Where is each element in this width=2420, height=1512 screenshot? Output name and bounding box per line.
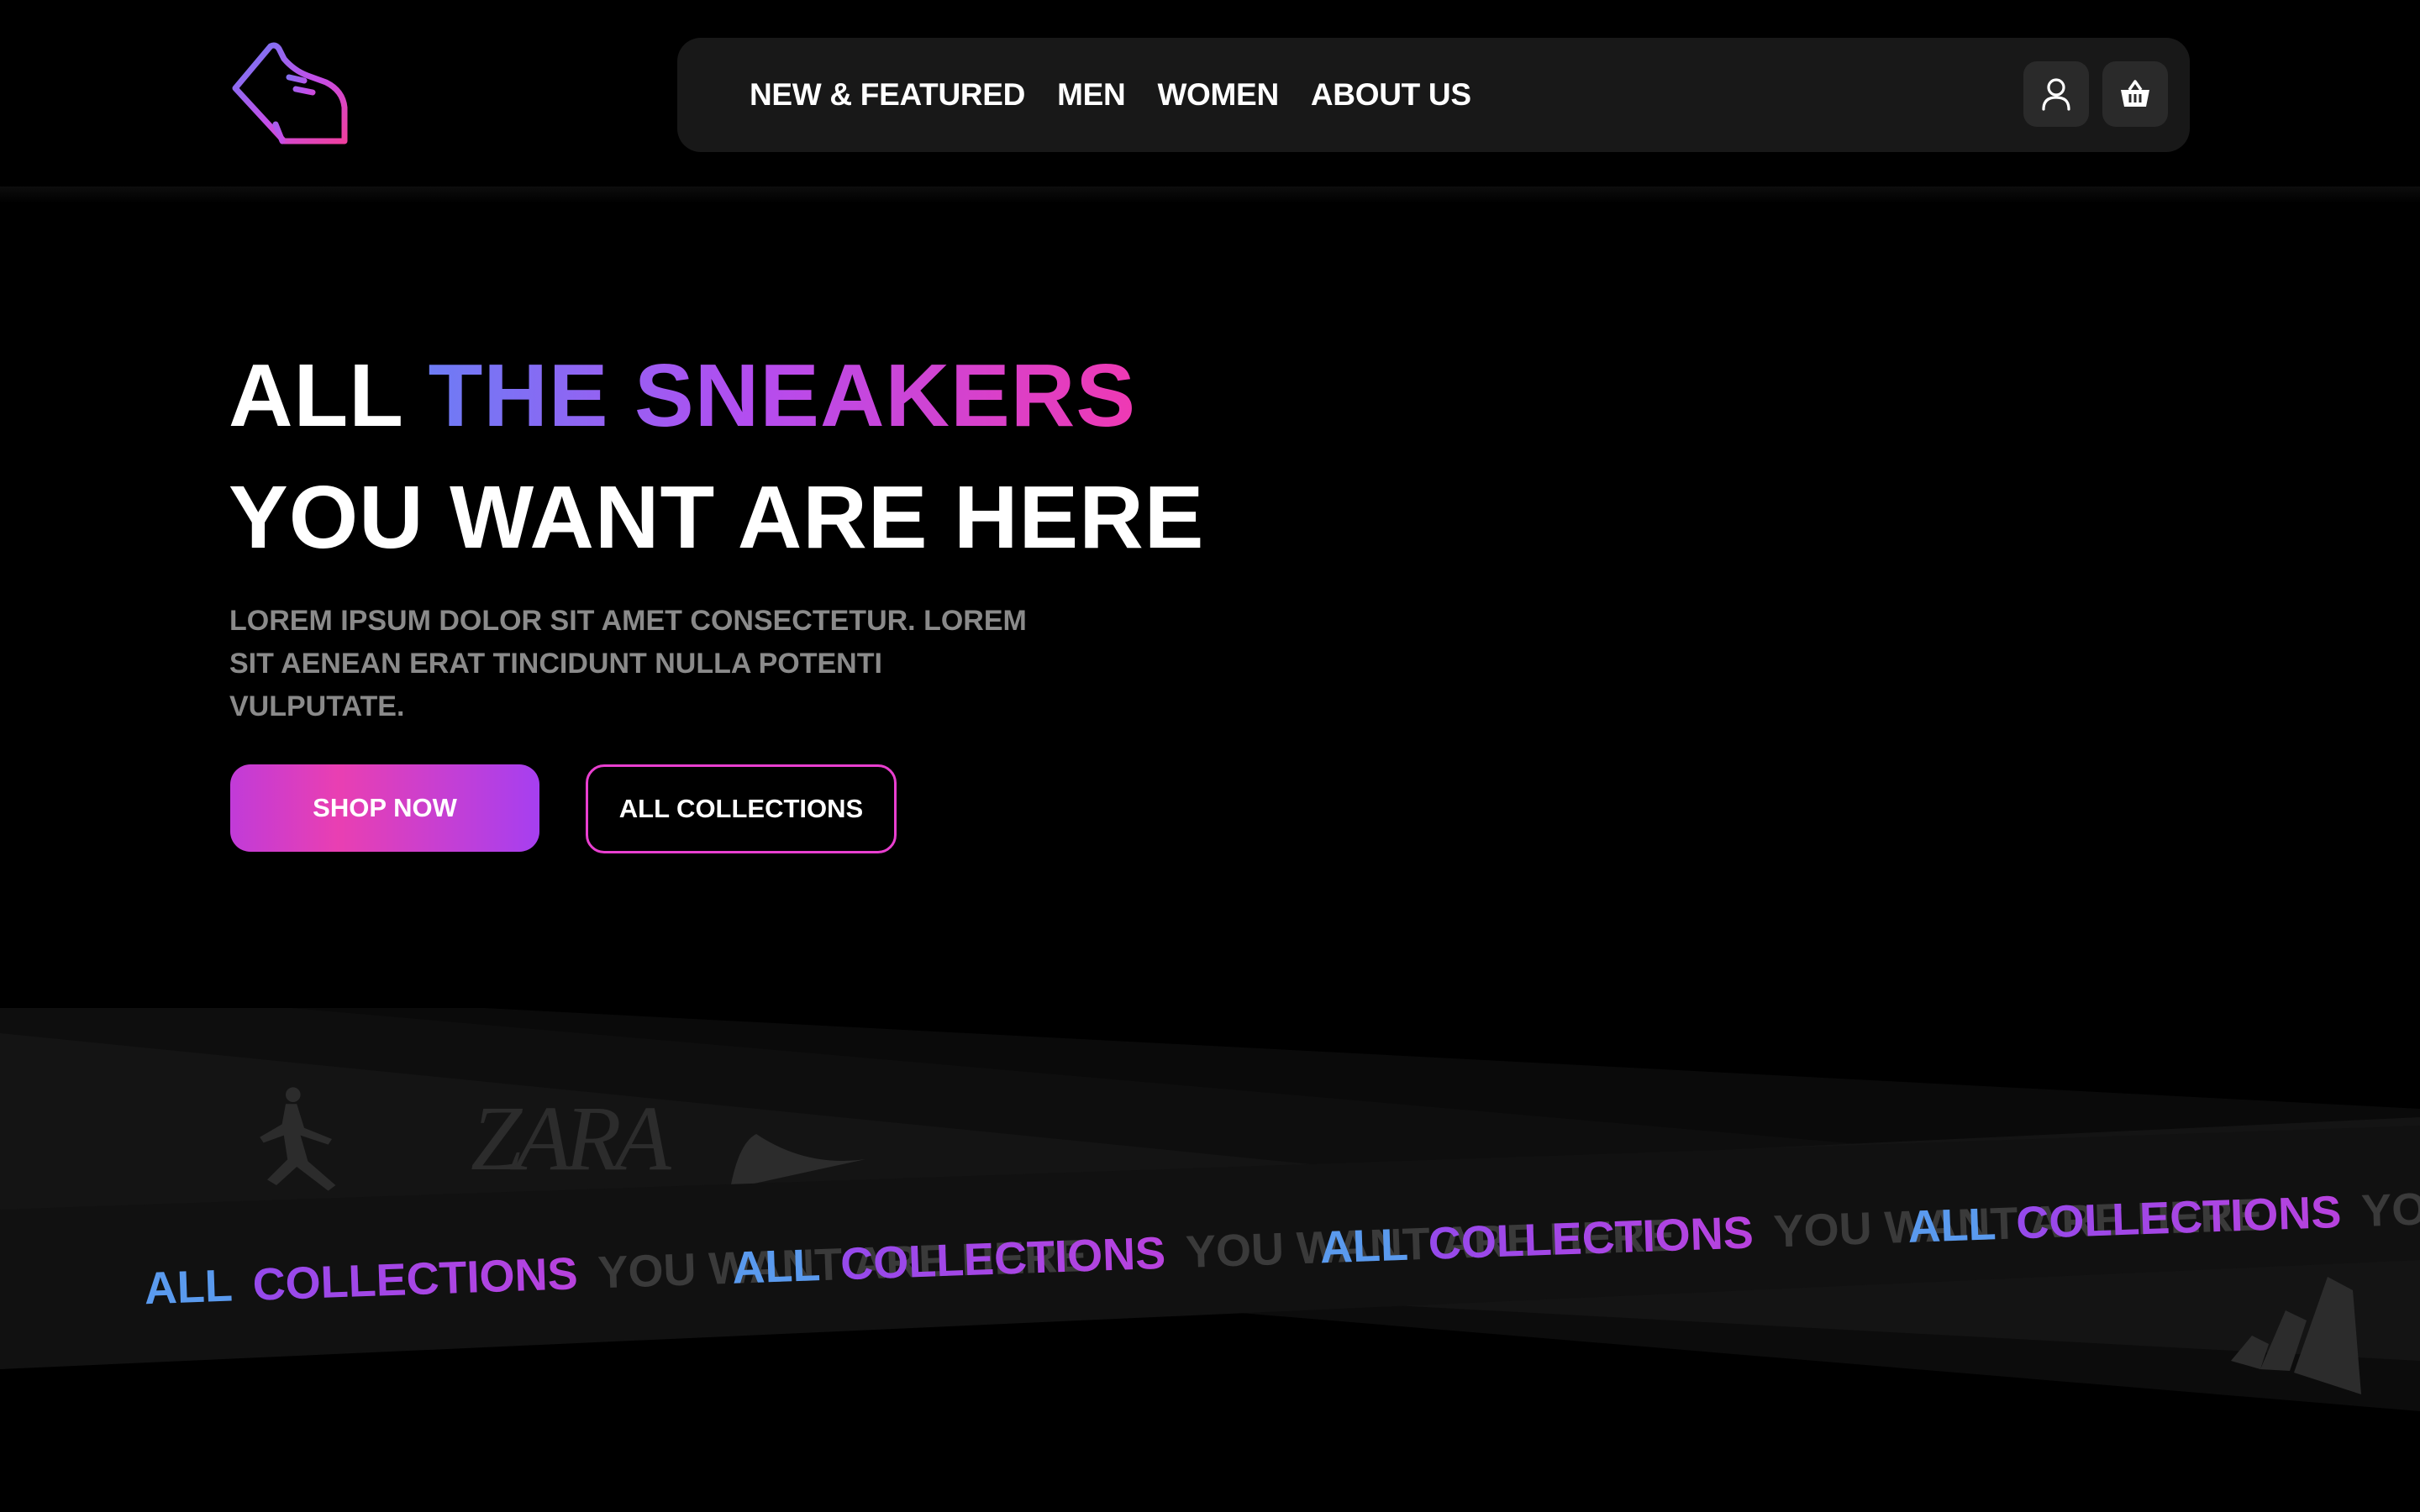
ribbon-all-1: ALL bbox=[144, 1261, 233, 1315]
hero-heading-gradient: THE SNEAKERS bbox=[428, 346, 1137, 445]
hero-description: LOREM IPSUM DOLOR SIT AMET CONSECTETUR. … bbox=[229, 605, 1027, 722]
nav-links: NEW & FEATURED MEN WOMEN ABOUT US bbox=[750, 38, 1471, 152]
shop-now-button[interactable]: SHOP NOW bbox=[230, 764, 539, 852]
account-button[interactable] bbox=[2023, 61, 2089, 127]
navbar: NEW & FEATURED MEN WOMEN ABOUT US bbox=[677, 38, 2190, 152]
user-icon bbox=[2042, 78, 2070, 111]
cart-button[interactable] bbox=[2102, 61, 2168, 127]
hero-heading-plain: ALL bbox=[229, 346, 429, 445]
ribbon-all-3: ALL bbox=[1319, 1220, 1408, 1273]
basket-icon bbox=[2121, 80, 2149, 107]
hero-heading-line1: ALL THE SNEAKERS bbox=[229, 351, 1136, 440]
ribbon-all-4: ALL bbox=[1907, 1199, 1996, 1252]
brand-ribbons: ZARA ALL COLLECTIONS YOU WANT ARE HERE A… bbox=[0, 1008, 2420, 1411]
all-collections-button[interactable]: ALL COLLECTIONS bbox=[586, 764, 897, 853]
nav-link-men[interactable]: MEN bbox=[1057, 77, 1126, 113]
hero-heading-line2: YOU WANT ARE HERE bbox=[229, 468, 1205, 567]
nav-link-new-featured[interactable]: NEW & FEATURED bbox=[750, 77, 1025, 113]
zara-logo: ZARA bbox=[471, 1087, 672, 1189]
header-divider bbox=[0, 186, 2420, 203]
nav-link-about-us[interactable]: ABOUT US bbox=[1311, 77, 1471, 113]
nav-link-women[interactable]: WOMEN bbox=[1157, 77, 1279, 113]
ribbon-all-2: ALL bbox=[731, 1240, 820, 1294]
sneaker-logo-icon[interactable] bbox=[227, 42, 353, 151]
